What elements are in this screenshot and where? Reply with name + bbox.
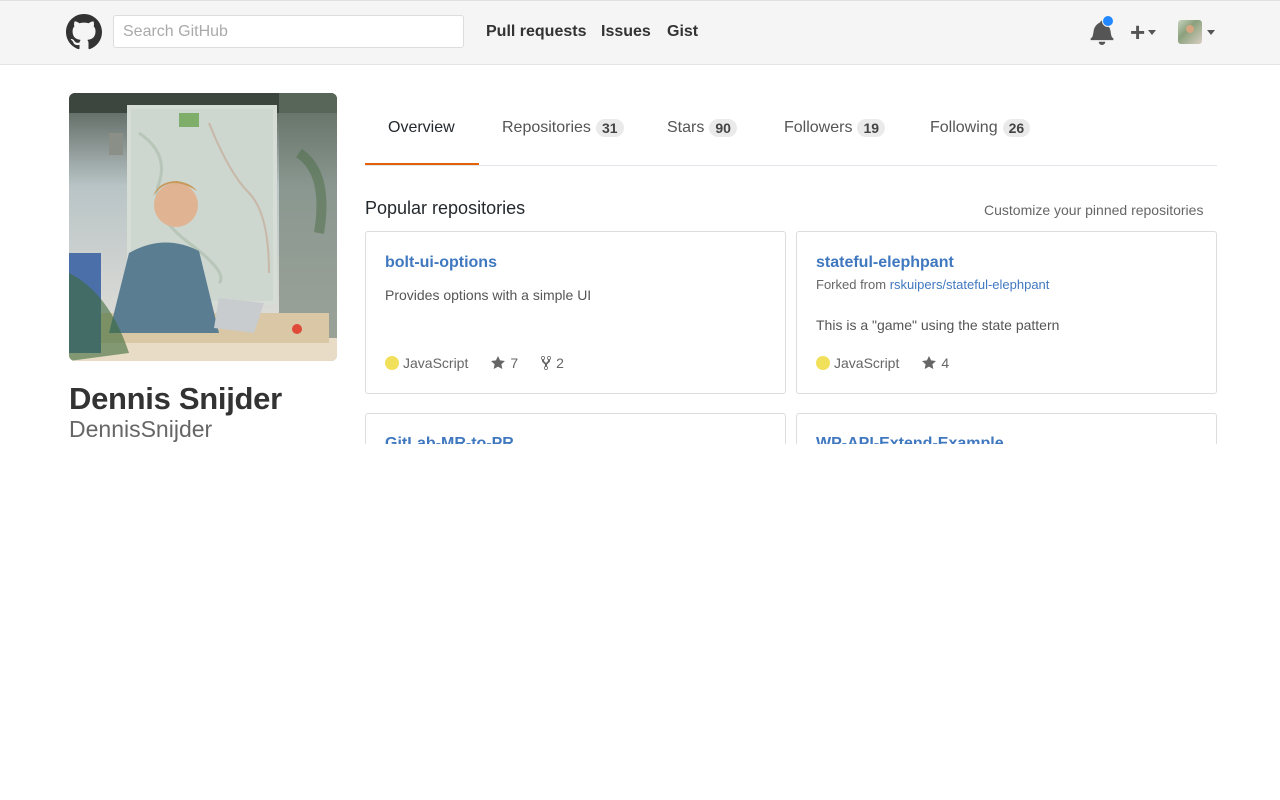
profile-username: DennisSnijder	[69, 416, 213, 442]
create-new-dropdown[interactable]: +	[1130, 17, 1157, 47]
search-input[interactable]	[113, 15, 464, 48]
profile-full-name: Dennis Snijder	[69, 381, 282, 416]
nav-pull-requests[interactable]: Pull requests	[486, 23, 586, 41]
tab-counter: 31	[595, 119, 624, 137]
plus-icon: +	[1130, 17, 1146, 47]
repo-cards-clipped-row: GitLab-MR-to-PR WP-API-Extend-Example	[365, 413, 1217, 444]
repo-description: Provides options with a simple UI	[385, 287, 592, 303]
profile-tabs: Overview Repositories 31 Stars 90 Follow…	[365, 93, 1217, 166]
tab-label: Repositories	[502, 119, 591, 136]
repo-stars[interactable]: 7	[490, 355, 518, 371]
star-count: 4	[941, 355, 950, 371]
forked-from-link[interactable]: rskuipers/stateful-elephpant	[890, 277, 1050, 292]
repo-language: JavaScript	[834, 355, 900, 371]
language-color-dot	[816, 356, 830, 370]
github-logo-icon[interactable]	[66, 14, 102, 50]
repo-name-link[interactable]: bolt-ui-options	[385, 254, 497, 272]
tab-following[interactable]: Following 26	[930, 119, 1031, 137]
repo-card: stateful-elephpant Forked from rskuipers…	[796, 231, 1217, 394]
repo-forks[interactable]: 2	[540, 355, 564, 371]
repo-card: bolt-ui-options Provides options with a …	[365, 231, 786, 394]
tab-label: Followers	[784, 119, 853, 136]
profile-photo-image	[69, 93, 337, 361]
tab-counter: 19	[857, 119, 886, 137]
tab-label: Following	[930, 119, 998, 136]
notification-indicator	[1102, 15, 1114, 27]
repo-language: JavaScript	[403, 355, 469, 371]
active-tab-underline	[365, 163, 479, 165]
repo-forked-from: Forked from rskuipers/stateful-elephpant	[816, 277, 1049, 292]
nav-gist[interactable]: Gist	[667, 23, 698, 41]
section-title: Popular repositories	[365, 198, 526, 218]
star-count: 7	[510, 355, 519, 371]
nav-issues[interactable]: Issues	[601, 23, 651, 41]
repo-meta: JavaScript 4	[816, 355, 949, 371]
repo-name-link[interactable]: GitLab-MR-to-PR	[385, 435, 514, 444]
repo-name-link[interactable]: stateful-elephpant	[816, 254, 954, 272]
top-header: Pull requests Issues Gist +	[0, 0, 1280, 65]
language-color-dot	[385, 356, 399, 370]
tab-label: Overview	[388, 119, 455, 136]
user-menu-dropdown[interactable]	[1178, 20, 1215, 44]
tab-followers[interactable]: Followers 19	[784, 119, 886, 137]
repo-card: WP-API-Extend-Example	[796, 413, 1217, 444]
avatar	[1178, 20, 1202, 44]
tab-counter: 90	[709, 119, 737, 137]
repo-stars[interactable]: 4	[921, 355, 949, 371]
tab-stars[interactable]: Stars 90	[667, 119, 737, 137]
tab-label: Stars	[667, 119, 705, 136]
forked-prefix: Forked from	[816, 277, 887, 292]
chevron-down-icon	[1148, 29, 1157, 35]
fork-count: 2	[556, 355, 564, 371]
fork-icon	[541, 356, 552, 370]
profile-photo	[69, 93, 337, 361]
chevron-down-icon	[1207, 29, 1215, 35]
repo-card: GitLab-MR-to-PR	[365, 413, 786, 444]
tab-overview[interactable]: Overview	[388, 119, 455, 137]
tab-repositories[interactable]: Repositories 31	[502, 119, 624, 137]
tab-counter: 26	[1002, 119, 1031, 137]
repo-description: This is a "game" using the state pattern	[816, 317, 1060, 333]
customize-pinned-link[interactable]: Customize your pinned repositories	[984, 202, 1203, 218]
star-icon	[491, 356, 506, 369]
repo-meta: JavaScript 7 2	[385, 355, 564, 371]
star-icon	[922, 356, 937, 369]
repo-name-link[interactable]: WP-API-Extend-Example	[816, 435, 1004, 444]
